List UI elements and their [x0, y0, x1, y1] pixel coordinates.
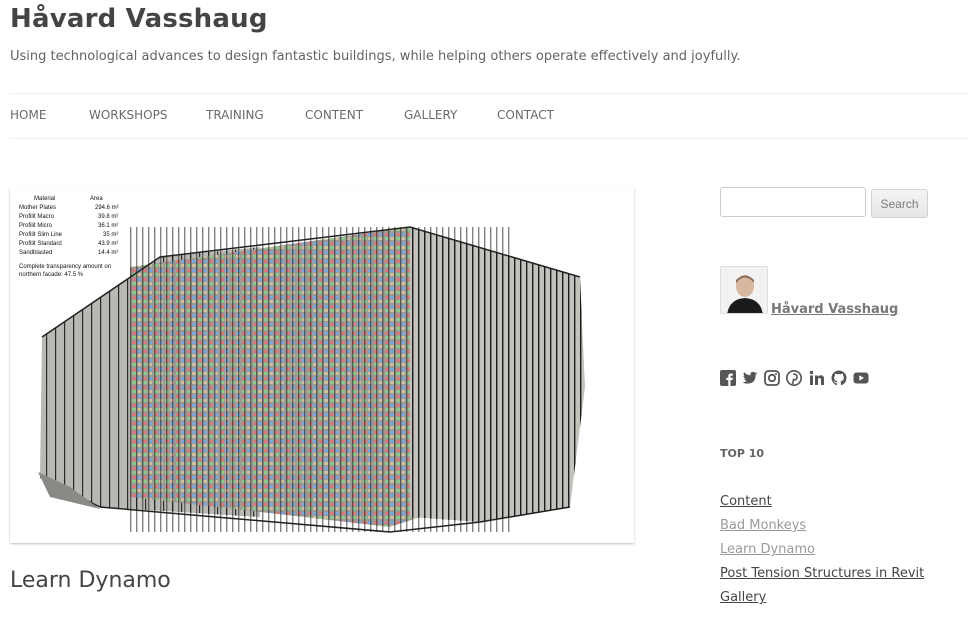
instagram-icon[interactable]: [764, 370, 780, 386]
transparency-note: northern facade: 47.5 %: [19, 272, 84, 278]
twitter-icon[interactable]: [742, 370, 758, 386]
table-cell-area: 294.6 m²: [95, 205, 119, 211]
table-cell-material: Sandblasted: [19, 250, 52, 256]
author-photo: [721, 267, 767, 313]
pinterest-icon[interactable]: [786, 370, 802, 386]
table-cell-area: 43.9 m²: [98, 241, 118, 247]
site-tagline: Using technological advances to design f…: [10, 49, 741, 64]
top10-link-learn-dynamo[interactable]: Learn Dynamo: [720, 542, 815, 557]
nav-training[interactable]: TRAINING: [206, 108, 264, 122]
nav-home[interactable]: HOME: [10, 108, 46, 122]
transparency-note: Complete transparency amount on: [19, 264, 111, 270]
youtube-icon[interactable]: [853, 370, 869, 386]
main-navigation: HOME WORKSHOPS TRAINING CONTENT GALLERY …: [10, 93, 970, 139]
nav-content[interactable]: CONTENT: [305, 108, 363, 122]
search-button[interactable]: Search: [871, 189, 928, 218]
top10-link-content[interactable]: Content: [720, 494, 772, 509]
site-title[interactable]: Håvard Vasshaug: [10, 4, 268, 34]
top10-link-gallery[interactable]: Gallery: [720, 590, 766, 605]
top10-link-post-tension[interactable]: Post Tension Structures in Revit: [720, 566, 924, 581]
nav-workshops[interactable]: WORKSHOPS: [89, 108, 167, 122]
table-cell-material: Mother Plates: [19, 205, 56, 211]
search-input[interactable]: [720, 187, 866, 217]
nav-gallery[interactable]: GALLERY: [404, 108, 457, 122]
table-cell-material: Profilit Standard: [19, 241, 62, 247]
table-cell-area: 36.1 m²: [98, 223, 118, 229]
linkedin-icon[interactable]: [809, 370, 825, 386]
author-name-link[interactable]: Håvard Vasshaug: [771, 302, 898, 317]
table-cell-area: 35 m²: [103, 232, 118, 238]
table-cell-material: Profilit Micro: [19, 223, 53, 229]
table-cell-material: Profilit Slim Line: [19, 232, 63, 238]
github-icon[interactable]: [831, 370, 847, 386]
building-facade-render: Material Area Mother Plates 294.6 m² Pro…: [19, 196, 585, 533]
top10-link-bad-monkeys[interactable]: Bad Monkeys: [720, 518, 806, 533]
table-header-material: Material: [34, 196, 55, 202]
top10-title: TOP 10: [720, 447, 765, 460]
facebook-icon[interactable]: [720, 370, 736, 386]
avatar[interactable]: [720, 266, 768, 314]
featured-image[interactable]: Material Area Mother Plates 294.6 m² Pro…: [10, 187, 634, 543]
table-header-area: Area: [90, 196, 103, 202]
nav-contact[interactable]: CONTACT: [497, 108, 554, 122]
table-cell-area: 39.8 m²: [98, 214, 118, 220]
table-cell-material: Profilit Macro: [19, 214, 55, 220]
post-title[interactable]: Learn Dynamo: [10, 568, 171, 593]
table-cell-area: 14.4 m²: [98, 250, 118, 256]
